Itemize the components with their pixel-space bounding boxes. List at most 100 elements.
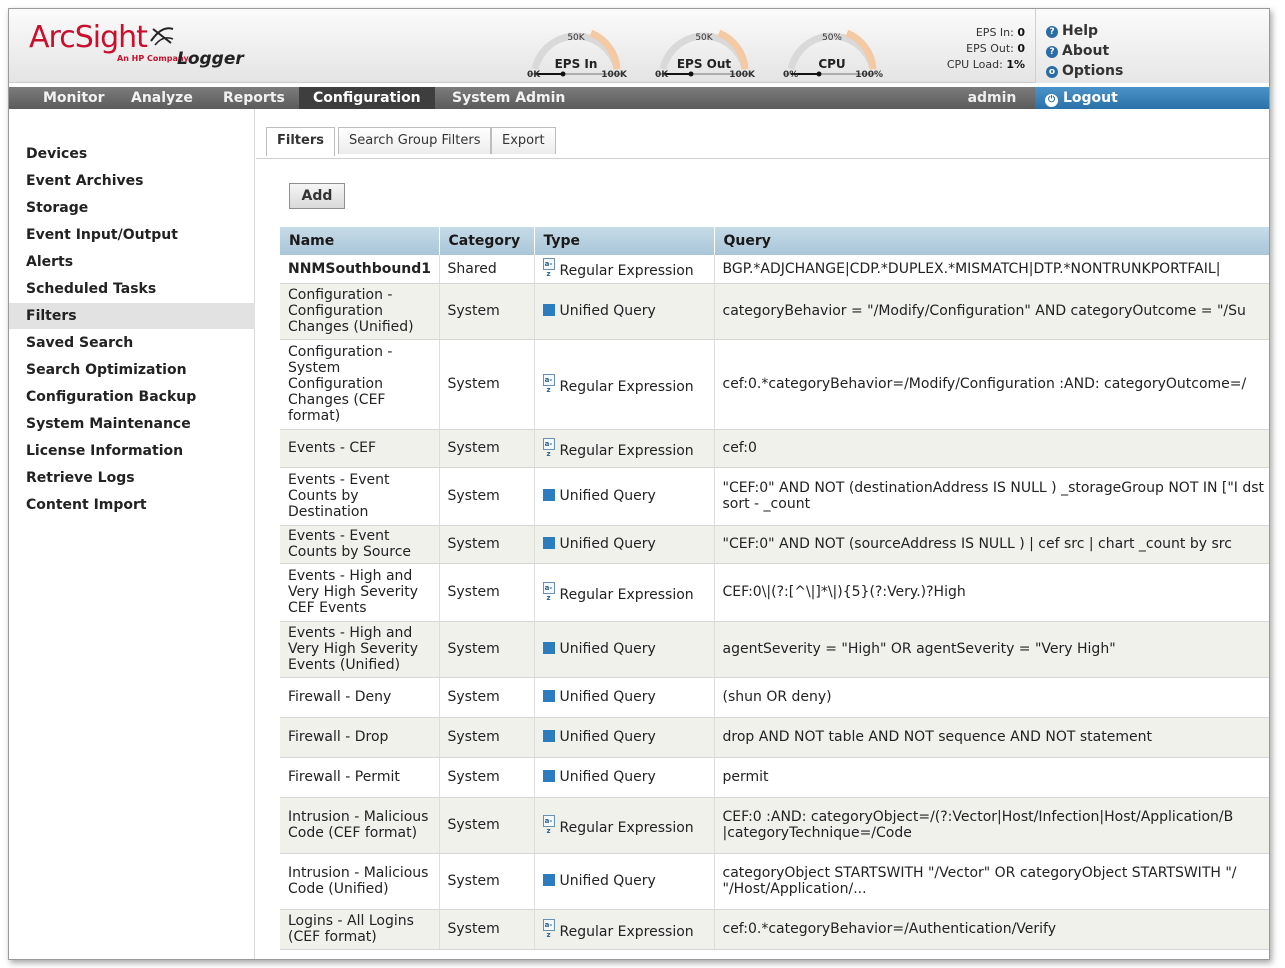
- cell-category: System: [439, 525, 535, 564]
- options-link[interactable]: o Options: [1046, 61, 1269, 81]
- cell-query: agentSeverity = "High" OR agentSeverity …: [714, 621, 1269, 678]
- sidebar-item-scheduled-tasks[interactable]: Scheduled Tasks: [9, 276, 255, 302]
- nav-system-admin[interactable]: System Admin: [452, 87, 565, 109]
- table-row[interactable]: Intrusion - Malicious Code (Unified) Sys…: [280, 853, 1269, 910]
- cell-name: NNMSouthbound1: [280, 255, 440, 284]
- column-header-name[interactable]: Name: [280, 227, 440, 255]
- sidebar-item-event-archives[interactable]: Event Archives: [9, 168, 255, 194]
- regex-icon: a-z: [542, 581, 555, 602]
- table-row[interactable]: Configuration - System Configuration Cha…: [280, 339, 1269, 430]
- regex-icon: a-z: [542, 814, 555, 835]
- cell-type: a-z Regular Expression: [534, 797, 715, 854]
- product-name: Logger: [177, 49, 244, 69]
- help-icon: ?: [1046, 26, 1058, 38]
- table-row[interactable]: Events - High and Very High Severity CEF…: [280, 563, 1269, 622]
- stat-eps-in: EPS In: 0: [975, 26, 1025, 39]
- sidebar-item-content-import[interactable]: Content Import: [9, 492, 255, 518]
- stats-panel: EPS In: 0 EPS Out: 0 CPU Load: 1%: [909, 25, 1025, 73]
- sidebar-item-devices[interactable]: Devices: [9, 141, 255, 167]
- sidebar-item-filters[interactable]: Filters: [9, 303, 255, 329]
- logo-text: ArcSight: [29, 20, 148, 55]
- gauge-eps-out: 50K EPS Out 0K 100K: [649, 19, 759, 80]
- filters-table-container: Name Category Type Query NNMSouthbound1 …: [280, 227, 1269, 959]
- cell-category: System: [439, 717, 535, 758]
- regex-icon: a-z: [542, 437, 555, 458]
- sidebar-item-system-maintenance[interactable]: System Maintenance: [9, 411, 255, 437]
- cell-query: cef:0: [714, 429, 1269, 468]
- cell-category: Shared: [439, 255, 535, 284]
- table-row[interactable]: Firewall - Deny System Unified Query (sh…: [280, 677, 1269, 718]
- sidebar-item-event-input-output[interactable]: Event Input/Output: [9, 222, 255, 248]
- nav-reports[interactable]: Reports: [223, 87, 285, 109]
- table-row[interactable]: Events - CEF System a-z Regular Expressio…: [280, 429, 1269, 468]
- help-link[interactable]: ? Help: [1046, 21, 1269, 41]
- cell-query: "CEF:0" AND NOT (sourceAddress IS NULL )…: [714, 525, 1269, 564]
- cell-type: Unified Query: [534, 853, 715, 910]
- cell-category: System: [439, 467, 535, 526]
- column-header-category[interactable]: Category: [439, 227, 535, 255]
- table-row[interactable]: Events - High and Very High Severity Eve…: [280, 621, 1269, 678]
- cell-query: BGP.*ADJCHANGE|CDP.*DUPLEX.*MISMATCH|DTP…: [714, 255, 1269, 284]
- sidebar-item-configuration-backup[interactable]: Configuration Backup: [9, 384, 255, 410]
- gauge-max: 100K: [729, 70, 755, 80]
- options-icon: o: [1046, 66, 1058, 78]
- gauge-min: 0K: [527, 70, 541, 80]
- cell-category: System: [439, 677, 535, 718]
- cell-query: cef:0.*categoryBehavior=/Authentication/…: [714, 909, 1269, 950]
- column-header-query[interactable]: Query: [714, 227, 1269, 255]
- help-links: ? Help ? About o Options: [1035, 9, 1269, 83]
- nav-configuration[interactable]: Configuration: [299, 87, 435, 109]
- tab-export[interactable]: Export: [491, 127, 556, 154]
- cell-type: Unified Query: [534, 525, 715, 564]
- sidebar-item-saved-search[interactable]: Saved Search: [9, 330, 255, 356]
- cell-name: Events - CEF: [280, 429, 440, 468]
- column-header-type[interactable]: Type: [534, 227, 715, 255]
- tab-search-group-filters[interactable]: Search Group Filters: [338, 127, 492, 154]
- gauge-cpu: 50% CPU 0% 100%: [777, 19, 887, 80]
- table-row[interactable]: Events - Event Counts by Destination Sys…: [280, 467, 1269, 526]
- cell-query: categoryBehavior = "/Modify/Configuratio…: [714, 283, 1269, 340]
- gauge-top-label: 50K: [695, 33, 713, 43]
- tab-filters[interactable]: Filters: [266, 127, 335, 156]
- table-row[interactable]: Configuration - Configuration Changes (U…: [280, 283, 1269, 340]
- arcsight-logo: ArcSight An HP Company: [29, 20, 189, 64]
- cell-category: System: [439, 621, 535, 678]
- nav-monitor[interactable]: Monitor: [43, 87, 105, 109]
- sidebar-item-license-information[interactable]: License Information: [9, 438, 255, 464]
- sidebar-item-search-optimization[interactable]: Search Optimization: [9, 357, 255, 383]
- cell-query: categoryObject STARTSWITH "/Vector" OR c…: [714, 853, 1269, 910]
- add-button[interactable]: Add: [289, 183, 345, 209]
- cell-name: Intrusion - Malicious Code (CEF format): [280, 797, 440, 854]
- cell-type: Unified Query: [534, 677, 715, 718]
- gauge-title: CPU: [818, 57, 846, 71]
- table-row[interactable]: Firewall - Drop System Unified Query dro…: [280, 717, 1269, 758]
- cell-query: drop AND NOT table AND NOT sequence AND …: [714, 717, 1269, 758]
- cell-query: CEF:0 :AND: categoryObject=/(?:Vector|Ho…: [714, 797, 1269, 854]
- cell-category: System: [439, 757, 535, 798]
- regex-icon: a-z: [542, 918, 555, 939]
- about-link[interactable]: ? About: [1046, 41, 1269, 61]
- logo-swoosh-icon: [150, 27, 174, 46]
- cell-type: a-z Regular Expression: [534, 339, 715, 430]
- cell-name: Firewall - Permit: [280, 757, 440, 798]
- cell-query: permit: [714, 757, 1269, 798]
- cell-type: Unified Query: [534, 621, 715, 678]
- stat-cpu-load: CPU Load: 1%: [946, 58, 1025, 71]
- table-row[interactable]: Logins - All Logins (CEF format) System …: [280, 909, 1269, 950]
- nav-analyze[interactable]: Analyze: [131, 87, 193, 109]
- sidebar-item-alerts[interactable]: Alerts: [9, 249, 255, 275]
- logout-button[interactable]: ⏻ Logout: [1035, 87, 1269, 109]
- current-user: admin: [967, 90, 1017, 106]
- sidebar-item-storage[interactable]: Storage: [9, 195, 255, 221]
- regex-icon: a-z: [542, 373, 555, 394]
- table-row[interactable]: Firewall - Permit System Unified Query p…: [280, 757, 1269, 798]
- table-row[interactable]: Events - Event Counts by Source System U…: [280, 525, 1269, 564]
- gauge-title: EPS Out: [676, 57, 732, 71]
- sidebar: Devices Event Archives Storage Event Inp…: [9, 109, 255, 959]
- table-row[interactable]: Intrusion - Malicious Code (CEF format) …: [280, 797, 1269, 854]
- table-row[interactable]: NNMSouthbound1 Shared a-z Regular Express…: [280, 255, 1269, 284]
- main-panel: Filters Search Group Filters Export Add …: [256, 109, 1269, 959]
- gauge-title: EPS In: [554, 57, 598, 71]
- cell-category: System: [439, 339, 535, 430]
- sidebar-item-retrieve-logs[interactable]: Retrieve Logs: [9, 465, 255, 491]
